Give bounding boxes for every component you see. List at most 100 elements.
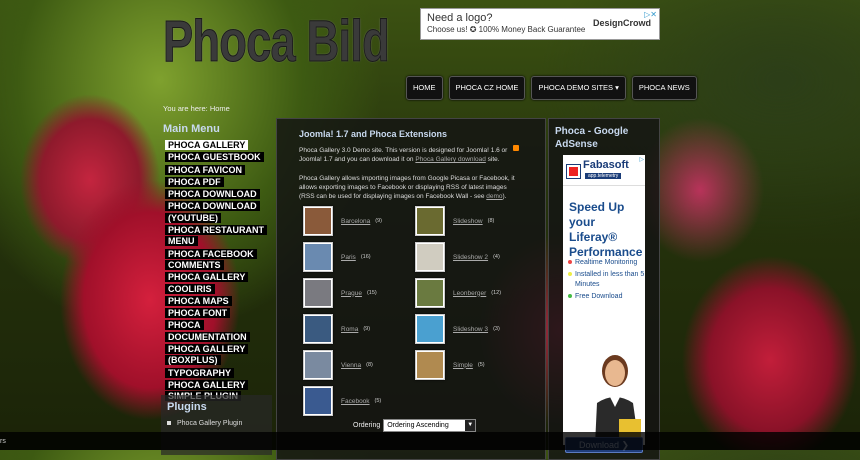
- main-menu-title: Main Menu: [163, 123, 220, 135]
- article-title: Joomla! 1.7 and Phoca Extensions: [299, 129, 448, 139]
- category-count: (3): [493, 326, 500, 332]
- adchoices-icon[interactable]: ▷✕: [644, 10, 657, 19]
- category-item[interactable]: Vienna (8): [303, 350, 373, 380]
- category-count: (9): [363, 326, 371, 332]
- plugins-title: Plugins: [167, 401, 207, 413]
- menu-item-phoca-download[interactable]: PHOCA DOWNLOAD: [165, 189, 275, 200]
- top-navigation: HOME PHOCA CZ HOME PHOCA DEMO SITES ▾ PH…: [406, 76, 697, 100]
- category-name[interactable]: Facebook: [341, 398, 370, 405]
- category-item[interactable]: Barcelona (9): [303, 206, 382, 236]
- category-name[interactable]: Prague: [341, 290, 362, 297]
- ad-brand-sub: app.telemetry: [585, 173, 622, 179]
- ad-brand-name: Fabasoft: [583, 159, 629, 171]
- status-bar: rs: [0, 432, 860, 450]
- ad-headline: Speed Up your Liferay® Performance: [569, 200, 643, 259]
- category-thumbnail[interactable]: [415, 350, 445, 380]
- menu-item-phoca-gallery-cooliris[interactable]: PHOCA GALLERY COOLIRIS: [165, 272, 275, 295]
- category-thumbnail[interactable]: [415, 314, 445, 344]
- category-count: (12): [491, 290, 502, 296]
- nav-home[interactable]: HOME: [406, 76, 443, 100]
- category-name[interactable]: Slideshow 3: [453, 326, 488, 333]
- category-count: (16): [360, 254, 371, 260]
- download-link[interactable]: Phoca Gallery download: [415, 156, 485, 163]
- category-item[interactable]: Slideshow 3 (3): [415, 314, 500, 344]
- menu-item-phoca-pdf[interactable]: PHOCA PDF: [165, 176, 275, 188]
- menu-item-phoca-download-youtube[interactable]: PHOCA DOWNLOAD (YOUTUBE): [165, 201, 275, 224]
- menu-item-phoca-favicon[interactable]: PHOCA FAVICON: [165, 164, 275, 176]
- fabasoft-logo-icon: [566, 164, 581, 179]
- category-item[interactable]: Slideshow 2 (4): [415, 242, 500, 272]
- category-item[interactable]: Facebook (5): [303, 386, 381, 416]
- category-count: (8): [366, 362, 373, 368]
- category-count: (5): [477, 362, 485, 368]
- category-name[interactable]: Roma: [341, 326, 358, 333]
- category-count: (8): [487, 218, 495, 224]
- ad-feature: Installed in less than 5 Minutes: [568, 270, 645, 290]
- ad-feature: Realtime Monitoring: [568, 258, 645, 268]
- category-name[interactable]: Paris: [341, 254, 356, 261]
- article-intro: Phoca Gallery 3.0 Demo site. This versio…: [299, 147, 508, 163]
- menu-item-phoca-restaurant-menu[interactable]: PHOCA RESTAURANT MENU: [165, 225, 275, 248]
- category-thumbnail[interactable]: [303, 206, 333, 236]
- adchoices-icon[interactable]: ▷: [639, 156, 644, 163]
- main-menu: PHOCA GALLERY PHOCA GUESTBOOK PHOCA FAVI…: [165, 140, 275, 404]
- category-name[interactable]: Barcelona: [341, 218, 370, 225]
- breadcrumb: You are here: Home: [163, 104, 230, 113]
- category-item[interactable]: Slideshow (8): [415, 206, 494, 236]
- menu-item-phoca-guestbook[interactable]: PHOCA GUESTBOOK: [165, 152, 275, 163]
- menu-item-phoca-documentation[interactable]: PHOCA DOCUMENTATION: [165, 320, 275, 343]
- demo-link[interactable]: demo: [486, 193, 502, 200]
- category-item[interactable]: Simple (5): [415, 350, 485, 380]
- article-description: Phoca Gallery allows importing images fr…: [299, 175, 515, 200]
- ordering-select[interactable]: Ordering Ascending ▼: [383, 419, 477, 432]
- category-name[interactable]: Vienna: [341, 362, 361, 369]
- plugin-link-phoca-gallery[interactable]: Phoca Gallery Plugin: [167, 420, 242, 427]
- chevron-down-icon: ▼: [465, 420, 476, 431]
- ad-subline: Choose us! ✪ 100% Money Back Guarantee: [427, 25, 586, 34]
- right-column: Phoca - Google AdSense Fabasoft app.tele…: [548, 118, 660, 460]
- ad-feature: Free Download: [568, 292, 645, 302]
- category-item[interactable]: Roma (9): [303, 314, 370, 344]
- category-thumbnail[interactable]: [415, 278, 445, 308]
- category-thumbnail[interactable]: [415, 242, 445, 272]
- category-name[interactable]: Simple: [453, 362, 473, 369]
- status-text: rs: [0, 438, 6, 445]
- ad-brand: DesignCrowd: [592, 18, 651, 28]
- category-thumbnail[interactable]: [303, 242, 333, 272]
- category-count: (4): [493, 254, 500, 260]
- menu-item-typography[interactable]: TYPOGRAPHY: [165, 367, 275, 379]
- menu-item-phoca-gallery-boxplus[interactable]: PHOCA GALLERY (BOXPLUS): [165, 344, 275, 367]
- ad-header: Fabasoft app.telemetry ▷: [563, 155, 645, 186]
- category-item[interactable]: Leonberger (12): [415, 278, 501, 308]
- ad-features: Realtime Monitoring Installed in less th…: [568, 258, 645, 304]
- nav-phoca-news[interactable]: PHOCA NEWS: [631, 76, 697, 100]
- category-thumbnail[interactable]: [303, 386, 333, 416]
- adsense-ad[interactable]: Fabasoft app.telemetry ▷ Speed Up your L…: [563, 155, 645, 445]
- adsense-title: Phoca - Google AdSense: [555, 126, 629, 150]
- category-thumbnail[interactable]: [303, 350, 333, 380]
- category-count: (9): [375, 218, 383, 224]
- ordering-label: Ordering: [353, 422, 381, 429]
- ad-woman-image: [595, 355, 641, 445]
- category-count: (15): [366, 290, 377, 296]
- menu-item-phoca-facebook-comments[interactable]: PHOCA FACEBOOK COMMENTS: [165, 248, 275, 272]
- nav-phoca-demo-sites[interactable]: PHOCA DEMO SITES ▾: [531, 76, 626, 100]
- main-content: Joomla! 1.7 and Phoca Extensions Phoca G…: [276, 118, 546, 460]
- category-count: (5): [374, 398, 382, 404]
- nav-phoca-cz-home[interactable]: PHOCA CZ HOME: [448, 76, 526, 100]
- site-logo[interactable]: Phoca Bild: [163, 8, 391, 75]
- category-item[interactable]: Paris (16): [303, 242, 371, 272]
- category-item[interactable]: Prague (15): [303, 278, 377, 308]
- category-thumbnail[interactable]: [303, 314, 333, 344]
- ordering-control: Ordering Ordering Ascending ▼: [353, 419, 477, 432]
- category-thumbnail[interactable]: [415, 206, 445, 236]
- category-name[interactable]: Leonberger: [453, 290, 486, 297]
- ad-headline: Need a logo?: [427, 12, 493, 24]
- category-name[interactable]: Slideshow: [453, 218, 483, 225]
- top-banner-ad[interactable]: Need a logo? Choose us! ✪ 100% Money Bac…: [420, 8, 660, 40]
- menu-item-phoca-maps[interactable]: PHOCA MAPS: [165, 295, 275, 307]
- category-thumbnail[interactable]: [303, 278, 333, 308]
- menu-item-phoca-font[interactable]: PHOCA FONT: [165, 308, 275, 319]
- category-name[interactable]: Slideshow 2: [453, 254, 488, 261]
- menu-item-phoca-gallery[interactable]: PHOCA GALLERY: [165, 140, 275, 151]
